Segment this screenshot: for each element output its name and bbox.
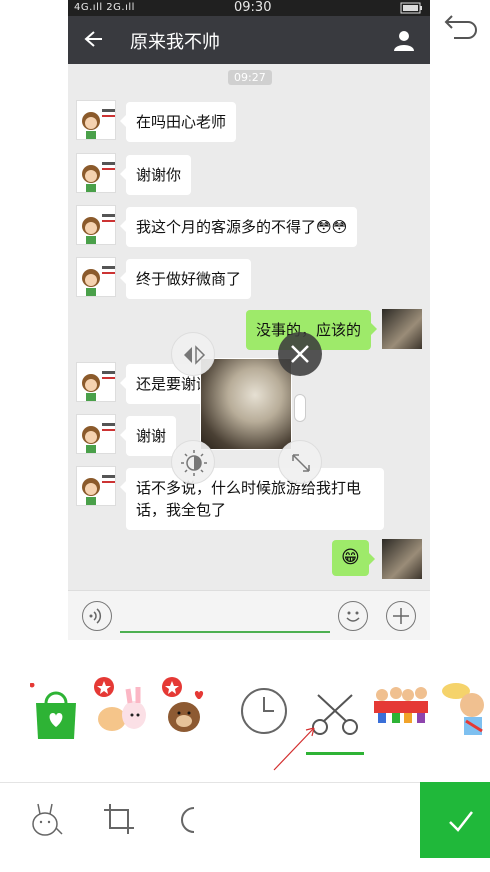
message-bubble[interactable]: 谢谢 [119,416,177,456]
shopping-bag-icon[interactable] [29,682,88,741]
voice-icon[interactable] [82,601,112,631]
editor-root: 4G.ıll 2G.ıll 09:30 原来我不帅 09:27 在吗田心老师 谢… [0,0,490,872]
close-icon[interactable] [278,332,322,376]
contact-avatar[interactable] [76,205,116,245]
my-avatar[interactable] [382,539,422,579]
contact-avatar[interactable] [76,257,116,297]
sticker-icon[interactable] [372,685,430,743]
contact-avatar[interactable] [76,100,116,140]
annotation-arrow [273,727,315,771]
chat-screenshot: 4G.ıll 2G.ıll 09:30 原来我不帅 09:27 在吗田心老师 谢… [68,0,430,640]
side-handle-icon[interactable] [294,394,306,422]
mirror-icon[interactable] [171,332,215,376]
contact-avatar[interactable] [76,414,116,454]
emoji-icon[interactable] [338,601,368,631]
send-icon[interactable] [420,782,490,858]
sticker-icon[interactable] [92,675,150,733]
resize-icon[interactable] [278,440,322,484]
contact-avatar[interactable] [76,466,116,506]
message-input-bar [68,590,430,640]
message-timestamp: 09:27 [228,70,272,85]
status-time: 09:30 [234,0,272,15]
signal-indicator: 4G.ıll 2G.ıll [74,2,135,13]
chat-title-bar: 原来我不帅 [68,16,430,64]
crop-icon[interactable] [100,800,138,838]
sticker-bar [0,655,490,775]
contact-avatar[interactable] [76,362,116,402]
sticker-tool-icon[interactable] [28,800,66,838]
message-bubble[interactable]: 谢谢你 [119,155,192,195]
message-list: 09:27 在吗田心老师 谢谢你 我这个月的客源多的不得了😳😳 终于做好微商了 [68,64,430,590]
sticker-icon[interactable] [438,679,490,737]
chat-title: 原来我不帅 [130,32,220,53]
undo-icon[interactable] [440,6,484,44]
plus-icon[interactable] [386,601,416,631]
message-bubble[interactable]: 我这个月的客源多的不得了😳😳 [119,207,358,247]
back-arrow-icon[interactable] [82,28,104,50]
message-bubble-outgoing[interactable]: 😁 [332,540,375,576]
message-bubble[interactable]: 话不多说，什么时候旅游给我打电话，我全包了 [120,468,384,530]
message-bubble[interactable]: 在吗田心老师 [119,102,237,142]
my-avatar[interactable] [382,309,422,349]
contact-avatar[interactable] [76,153,116,193]
shape-icon[interactable] [170,800,208,838]
sticker-icon[interactable] [160,675,218,733]
message-bubble[interactable]: 终于做好微商了 [119,259,252,299]
battery-indicator [400,2,424,17]
toolbar-divider [0,782,490,783]
message-input[interactable] [120,631,330,633]
brightness-icon[interactable] [171,440,215,484]
person-icon[interactable] [392,28,416,52]
status-bar: 4G.ıll 2G.ıll 09:30 [68,0,430,16]
